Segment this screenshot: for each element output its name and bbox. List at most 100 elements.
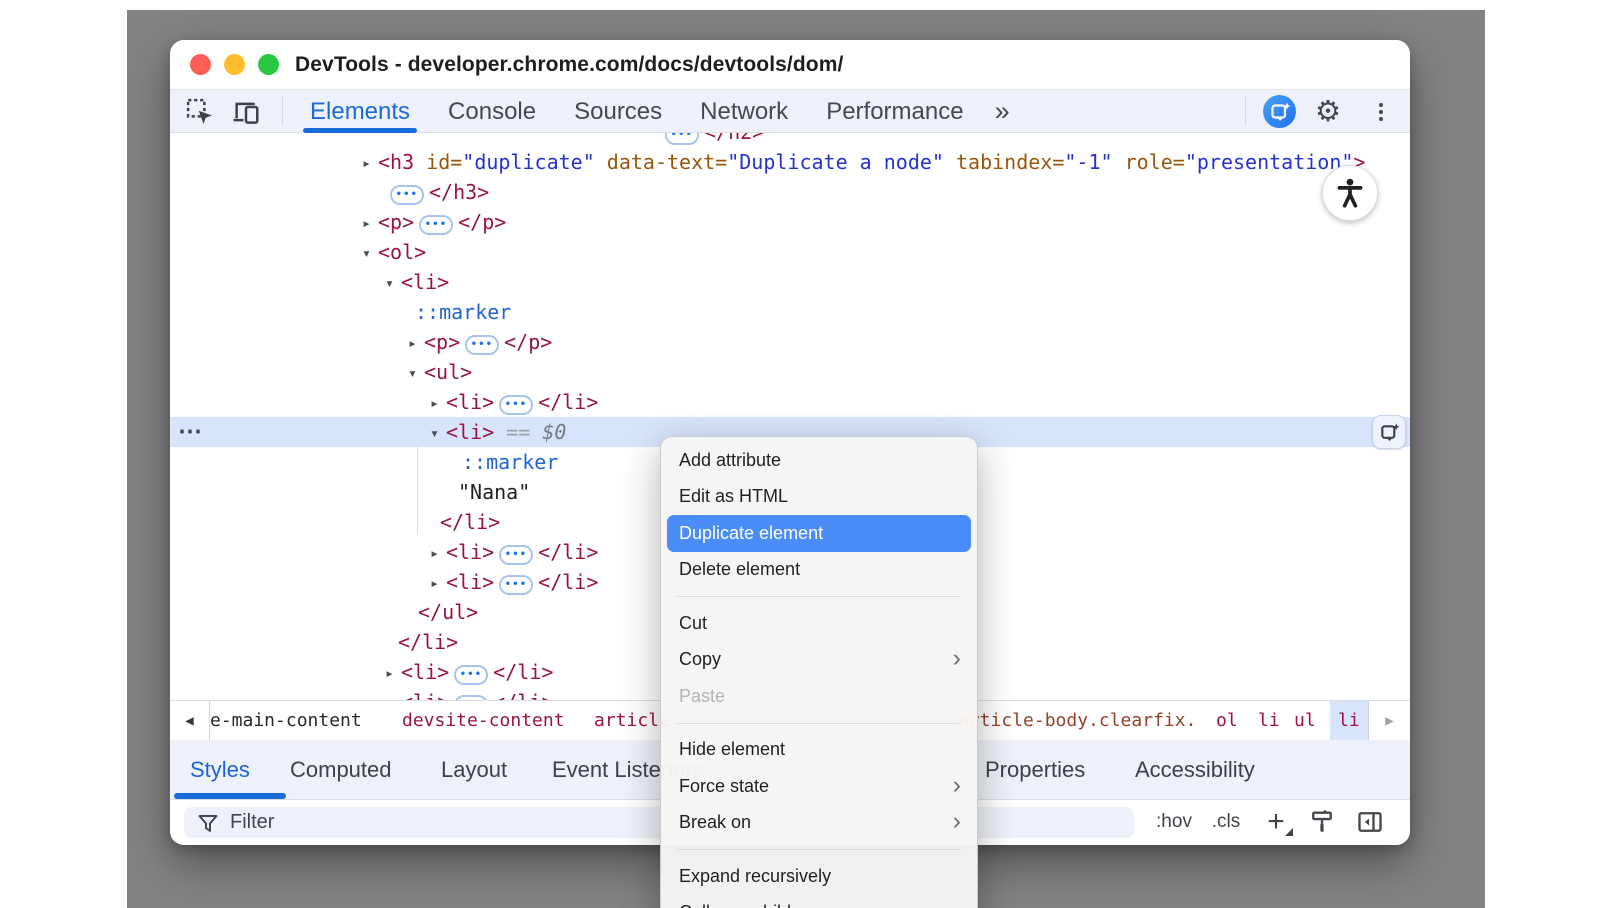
settings-button[interactable]: ⚙ xyxy=(1312,96,1344,128)
menu-item-break-on[interactable]: Break on› xyxy=(661,805,977,842)
filter-input[interactable]: Filter xyxy=(184,807,1134,838)
gear-icon: ⚙ xyxy=(1315,98,1341,127)
expand-arrow-icon[interactable]: ▸ xyxy=(408,328,424,358)
breadcrumb-item-ol[interactable]: ol xyxy=(1216,701,1238,741)
main-menu-button[interactable] xyxy=(1365,96,1397,128)
collapse-arrow-icon[interactable]: ▾ xyxy=(408,358,424,388)
close-window-button[interactable] xyxy=(190,54,211,75)
accessibility-widget-button[interactable] xyxy=(1322,165,1378,221)
more-tabs-button[interactable]: » xyxy=(983,90,1020,133)
device-toolbar-button[interactable] xyxy=(230,96,262,128)
expand-arrow-icon[interactable]: ▸ xyxy=(362,148,378,178)
expand-arrow-icon[interactable]: ▸ xyxy=(385,658,401,688)
submenu-chevron-icon: › xyxy=(953,809,961,834)
device-toolbar-icon xyxy=(231,97,261,127)
element-classes-button[interactable]: .cls xyxy=(1202,804,1250,840)
zoom-window-button[interactable] xyxy=(258,54,279,75)
breadcrumb-scroll-left-button[interactable]: ◀ xyxy=(170,701,210,740)
tab-styles[interactable]: Styles xyxy=(190,740,250,800)
expand-arrow-icon[interactable]: ▸ xyxy=(430,568,446,598)
tab-label: Performance xyxy=(826,98,963,126)
expand-arrow-icon[interactable]: ▸ xyxy=(385,688,401,700)
dom-row[interactable]: ▸<h3 id="duplicate" data-text="Duplicate… xyxy=(170,147,1410,177)
breadcrumb-item-e-main-content[interactable]: e-main-content xyxy=(210,701,362,741)
ai-assistance-toolbar-button[interactable] xyxy=(1263,95,1296,128)
menu-item-hide-element[interactable]: Hide element xyxy=(661,732,977,769)
menu-item-edit-as-html[interactable]: Edit as HTML xyxy=(661,479,977,516)
rendering-emulation-button[interactable] xyxy=(1302,804,1342,840)
menu-item-force-state[interactable]: Force state› xyxy=(661,768,977,805)
collapse-arrow-icon[interactable]: ▾ xyxy=(430,418,446,448)
inspect-element-button[interactable] xyxy=(184,96,216,128)
breadcrumb-item-article[interactable]: article xyxy=(594,701,670,741)
toggle-element-state-button[interactable]: :hov xyxy=(1148,804,1200,840)
collapse-arrow-icon[interactable]: ▾ xyxy=(362,238,378,268)
styles-tab-underline xyxy=(174,793,286,799)
menu-item-label: Delete element xyxy=(679,559,961,580)
new-style-rule-button[interactable]: + xyxy=(1256,804,1296,840)
menu-item-delete-element[interactable]: Delete element xyxy=(661,552,977,589)
tab-properties[interactable]: Properties xyxy=(985,740,1085,800)
expand-arrow-icon[interactable]: ▸ xyxy=(430,388,446,418)
menu-item-collapse-children[interactable]: Collapse children xyxy=(661,895,977,908)
menu-item-copy[interactable]: Copy› xyxy=(661,642,977,679)
tab-elements[interactable]: Elements xyxy=(291,90,429,133)
tab-layout[interactable]: Layout xyxy=(441,740,507,800)
dom-row[interactable]: ▾<ol> xyxy=(170,237,1410,267)
ai-assistance-glyph xyxy=(1268,100,1292,124)
menu-item-paste[interactable]: Paste xyxy=(661,678,977,715)
inline-expand-icon[interactable]: ••• xyxy=(419,215,453,235)
dom-node-text: •••</h3> xyxy=(170,177,1410,207)
dom-row[interactable]: ▾<ul> xyxy=(170,357,1410,387)
left-arrow-icon: ◀ xyxy=(185,713,193,729)
inline-expand-icon[interactable]: ••• xyxy=(499,395,533,415)
tab-computed[interactable]: Computed xyxy=(290,740,392,800)
breadcrumb-item-ul[interactable]: ul xyxy=(1294,701,1316,741)
breadcrumb-item-article-body-clearfix[interactable]: article-body.clearfix. xyxy=(958,701,1196,741)
tab-label: Elements xyxy=(310,98,410,126)
devtools-toolbar: Elements Console SourcesNetwork Performance… xyxy=(170,90,1410,133)
kebab-icon xyxy=(1379,100,1384,123)
accessibility-person-icon xyxy=(1333,176,1367,210)
submenu-chevron-icon: › xyxy=(953,646,961,671)
dom-row[interactable]: •••</h3> xyxy=(170,177,1410,207)
tab-console[interactable]: Console xyxy=(429,90,555,133)
inline-expand-icon[interactable]: ••• xyxy=(499,575,533,595)
dom-row[interactable]: •••</h2> xyxy=(170,133,1410,147)
inline-expand-icon[interactable]: ••• xyxy=(499,545,533,565)
minimize-window-button[interactable] xyxy=(224,54,245,75)
collapse-arrow-icon[interactable]: ▾ xyxy=(385,268,401,298)
menu-item-add-attribute[interactable]: Add attribute xyxy=(661,442,977,479)
breadcrumb-scroll-right-button[interactable]: ▶ xyxy=(1368,701,1410,740)
tab-network[interactable]: Network xyxy=(681,90,807,133)
inline-expand-icon[interactable]: ••• xyxy=(665,133,699,145)
expand-arrow-icon[interactable]: ▸ xyxy=(430,538,446,568)
menu-item-expand-recursively[interactable]: Expand recursively xyxy=(661,858,977,895)
menu-item-cut[interactable]: Cut xyxy=(661,605,977,642)
dom-row[interactable]: ▸<p>•••</p> xyxy=(170,327,1410,357)
tab-accessibility[interactable]: Accessibility xyxy=(1135,740,1255,800)
breadcrumb-item-li[interactable]: li xyxy=(1258,701,1280,741)
inline-expand-icon[interactable]: ••• xyxy=(465,335,499,355)
dom-row[interactable]: ::marker xyxy=(170,297,1410,327)
dom-node-text: ▾<ul> xyxy=(170,357,1410,388)
menu-item-label: Add attribute xyxy=(679,450,961,471)
menu-item-label: Edit as HTML xyxy=(679,486,961,507)
submenu-chevron-icon: › xyxy=(953,773,961,798)
inline-expand-icon[interactable]: ••• xyxy=(454,665,488,685)
breadcrumb-item-devsite-content[interactable]: devsite-content xyxy=(402,701,565,741)
dom-row[interactable]: ▾<li> xyxy=(170,267,1410,297)
expand-arrow-icon[interactable]: ▸ xyxy=(362,208,378,238)
row-overflow-icon[interactable]: ⋯ xyxy=(178,417,202,447)
dock-side-button[interactable] xyxy=(1350,804,1390,840)
ai-assistance-row-button[interactable] xyxy=(1372,415,1406,449)
filter-placeholder: Filter xyxy=(230,811,274,834)
tab-sources[interactable]: Sources xyxy=(555,90,681,133)
tab-label: Console xyxy=(448,98,536,126)
inline-expand-icon[interactable]: ••• xyxy=(390,185,424,205)
dom-row[interactable]: ▸<p>•••</p> xyxy=(170,207,1410,237)
breadcrumb-item-li[interactable]: li xyxy=(1330,701,1368,741)
menu-item-duplicate-element[interactable]: Duplicate element xyxy=(667,515,971,552)
tab-performance[interactable]: Performance xyxy=(807,90,982,133)
dom-row[interactable]: ▸<li>•••</li> xyxy=(170,387,1410,417)
